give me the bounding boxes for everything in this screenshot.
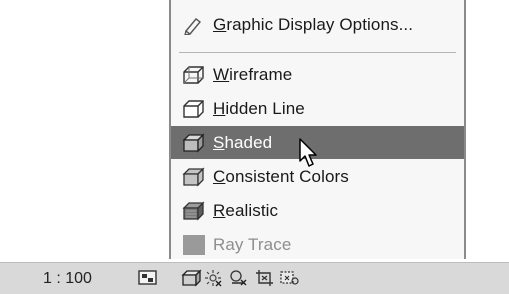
sun-path-icon[interactable]	[203, 269, 223, 287]
menu-item-wireframe[interactable]: Wireframe	[171, 58, 464, 91]
ray-trace-icon	[182, 235, 206, 255]
visual-style-icon[interactable]	[181, 269, 202, 287]
realistic-cube-icon	[182, 201, 206, 221]
view-control-bar: 1 : 100	[0, 262, 509, 294]
pencil-icon	[182, 15, 206, 35]
crop-view-icon[interactable]	[255, 269, 275, 287]
shadows-icon[interactable]	[228, 269, 248, 287]
menu-separator	[179, 52, 456, 53]
show-crop-icon[interactable]	[279, 269, 299, 287]
visual-style-menu: Graphic Display Options... Wireframe Hid…	[169, 0, 466, 259]
menu-item-label: Hidden Line	[213, 99, 305, 118]
menu-item-realistic[interactable]: Realistic	[171, 194, 464, 227]
menu-item-label: Wireframe	[213, 65, 293, 84]
menu-item-label: Consistent Colors	[213, 167, 349, 186]
consistent-colors-cube-icon	[182, 167, 206, 187]
menu-item-label: Graphic Display Options...	[213, 15, 414, 34]
menu-item-label: Realistic	[213, 201, 279, 220]
wireframe-cube-icon	[182, 65, 206, 85]
menu-item-ray-trace[interactable]: Ray Trace	[171, 228, 464, 261]
detail-level-icon[interactable]	[138, 269, 158, 287]
menu-item-graphic-display-options[interactable]: Graphic Display Options...	[171, 8, 464, 41]
menu-item-label: Shaded	[213, 133, 273, 152]
scale-value[interactable]: 1 : 100	[43, 263, 92, 294]
mouse-cursor-icon	[298, 137, 322, 169]
menu-item-hidden-line[interactable]: Hidden Line	[171, 92, 464, 125]
shaded-cube-icon	[182, 133, 206, 153]
hidden-line-cube-icon	[182, 99, 206, 119]
menu-item-label: Ray Trace	[213, 235, 292, 254]
